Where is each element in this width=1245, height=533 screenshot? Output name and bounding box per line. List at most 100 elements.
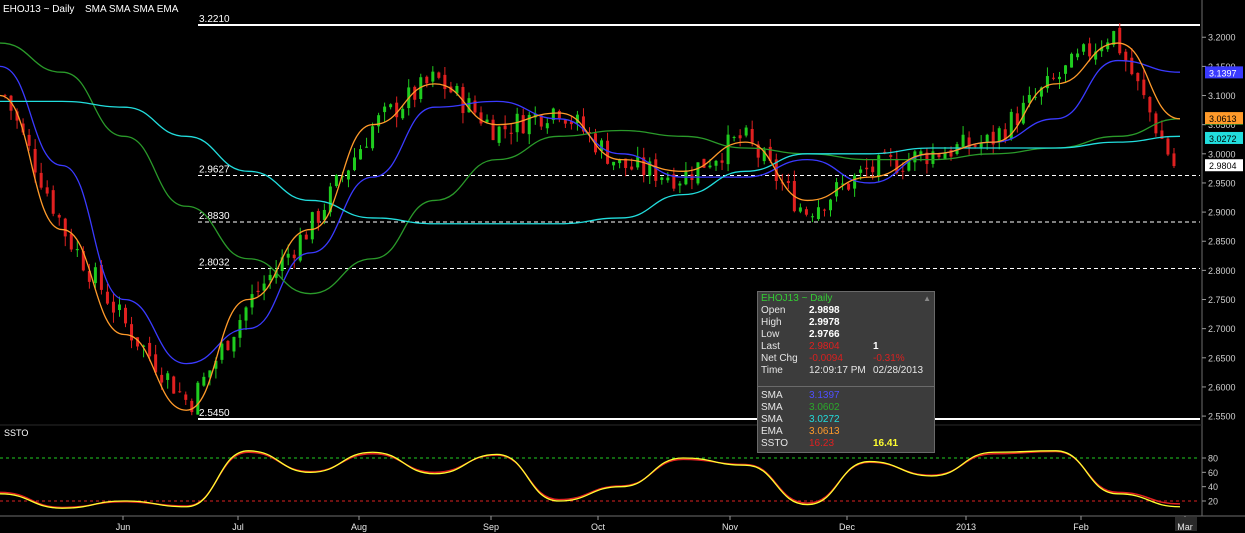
tooltip-key: Open	[761, 305, 786, 316]
candle-body	[937, 154, 941, 158]
candle-body	[105, 291, 109, 304]
time-tick-label: 2013	[956, 522, 976, 532]
candle-body	[232, 336, 236, 352]
candle-body	[943, 153, 947, 159]
candle-body	[401, 108, 405, 119]
candle-body	[726, 134, 730, 165]
candle-body	[798, 207, 802, 212]
candle-body	[359, 149, 363, 160]
candle-body	[148, 342, 152, 357]
candle-body	[1172, 153, 1176, 167]
candle-body	[1051, 77, 1055, 79]
candle-body	[124, 307, 128, 324]
level-lines: 3.22102.96272.88302.80322.5450	[198, 14, 1200, 420]
tooltip-key: Last	[761, 341, 780, 352]
candle-body	[630, 166, 634, 170]
tooltip-key: SSTO	[761, 438, 789, 449]
candle-body	[57, 214, 61, 218]
tooltip-value: -0.0094	[809, 353, 843, 364]
tooltip-title: EHOJ13 ~ Daily	[761, 293, 833, 304]
tooltip-key: Net Chg	[761, 353, 798, 364]
candle-body	[69, 233, 73, 250]
candle-body	[51, 190, 55, 214]
candle-body	[352, 157, 356, 171]
last-price-badge-label: 2.9804	[1209, 161, 1237, 171]
tooltip-value: 16.23	[809, 438, 835, 449]
time-tick-label: Oct	[591, 522, 606, 532]
tooltip-key: High	[761, 317, 782, 328]
candle-body	[822, 209, 826, 211]
tooltip-value-2: -0.31%	[873, 353, 905, 364]
axis-badge-label: 3.0613	[1209, 114, 1237, 124]
candle-body	[997, 128, 1001, 142]
candle-body	[485, 119, 489, 123]
moving-averages	[0, 42, 1181, 411]
candle-body	[1064, 65, 1068, 74]
price-axis: 3.20003.15003.10003.05003.00002.95002.90…	[1202, 33, 1236, 422]
candle-body	[190, 400, 194, 413]
candle-body	[346, 170, 350, 180]
candle-body	[1076, 53, 1080, 58]
candle-body	[606, 140, 610, 164]
candle-body	[389, 104, 393, 108]
candle-body	[636, 156, 640, 168]
candle-body	[877, 155, 881, 176]
tooltip-value: 3.0613	[809, 426, 840, 437]
candle-body	[184, 394, 188, 400]
candle-body	[509, 132, 513, 134]
price-tick-label: 2.9000	[1208, 208, 1236, 218]
level-label: 2.5450	[199, 408, 230, 419]
candle-body	[292, 254, 296, 259]
candle-body	[45, 187, 49, 194]
candle-body	[334, 175, 338, 187]
candle-body	[901, 170, 905, 172]
candle-body	[1057, 76, 1061, 80]
ema-line	[0, 42, 1181, 411]
candle-body	[865, 167, 869, 170]
sma-3-line	[0, 100, 1181, 225]
candle-body	[961, 134, 965, 148]
candle-body	[1118, 27, 1122, 54]
sma-2-line	[0, 42, 1181, 295]
candle-body	[750, 128, 754, 143]
time-tick-label: Nov	[722, 522, 739, 532]
candle-body	[666, 177, 670, 181]
chart-window: EHOJ13 ~ Daily SMA SMA SMA EMA SSTO 3.22…	[0, 0, 1245, 533]
tooltip-collapse-icon[interactable]: ▲	[923, 294, 931, 303]
candle-body	[160, 374, 164, 383]
ssto-tick-label: 80	[1208, 454, 1218, 464]
candle-body	[660, 177, 664, 180]
candle-body	[810, 216, 814, 218]
tooltip-value-2: 16.41	[873, 438, 899, 449]
candle-body	[196, 382, 200, 415]
price-tick-label: 2.7000	[1208, 324, 1236, 334]
candle-body	[738, 135, 742, 139]
time-tick-label: Feb	[1073, 522, 1089, 532]
candle-body	[545, 123, 549, 129]
candle-body	[1166, 138, 1170, 155]
candle-body	[708, 165, 712, 168]
candle-body	[1130, 57, 1134, 75]
tooltip-value: 3.1397	[809, 390, 840, 401]
candle-body	[479, 112, 483, 124]
candle-body	[1142, 79, 1146, 96]
candle-body	[563, 119, 567, 124]
sma-1-line	[0, 59, 1181, 365]
candle-body	[202, 376, 206, 386]
ssto-d-line	[0, 450, 1181, 509]
price-chart[interactable]: EHOJ13 ~ Daily SMA SMA SMA EMA SSTO 3.22…	[0, 0, 1245, 533]
price-tick-label: 2.8500	[1208, 237, 1236, 247]
candle-body	[847, 183, 851, 190]
data-tooltip: EHOJ13 ~ Daily ▲ Open 2.9898 High 2.9978…	[757, 291, 935, 453]
candle-body	[804, 209, 808, 215]
candle-body	[365, 146, 369, 148]
candle-body	[816, 207, 820, 220]
tooltip-value: 2.9978	[809, 317, 840, 328]
tooltip-key: Low	[761, 329, 780, 340]
candle-body	[1082, 44, 1086, 52]
candle-body	[720, 160, 724, 163]
candle-body	[491, 119, 495, 141]
candle-body	[732, 137, 736, 139]
tooltip-key: SMA	[761, 414, 783, 425]
price-tick-label: 2.7500	[1208, 295, 1236, 305]
